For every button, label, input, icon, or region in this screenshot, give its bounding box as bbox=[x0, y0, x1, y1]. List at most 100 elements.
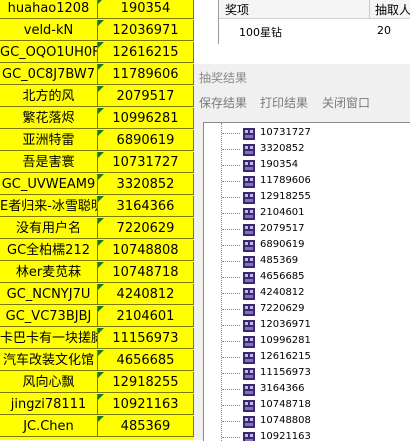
print-results-button[interactable]: 打印结果 bbox=[260, 94, 308, 111]
cell-username[interactable]: GC_OQO1UH0F bbox=[0, 42, 98, 63]
sheet-row[interactable]: GC_UVWEAM9 3320852 bbox=[0, 174, 194, 196]
cell-username[interactable]: GC_0C8J7BW7 bbox=[0, 64, 98, 85]
cell-username[interactable]: GC全柏檽212 bbox=[0, 240, 98, 261]
column-header-prize[interactable]: 奖项 bbox=[225, 1, 249, 18]
cell-user-id[interactable]: 10921163 bbox=[98, 394, 194, 415]
cell-user-id[interactable]: 11156973 bbox=[98, 328, 194, 349]
result-node[interactable]: 4240812 bbox=[204, 286, 410, 300]
cell-user-id[interactable]: 10748808 bbox=[98, 240, 194, 261]
cell-username[interactable]: jingzi78111 bbox=[0, 394, 98, 415]
cell-username[interactable]: 林er麦苋菻 bbox=[0, 262, 98, 283]
cell-user-id[interactable]: 12036971 bbox=[98, 20, 194, 41]
cell-username[interactable]: 北方的风 bbox=[0, 86, 98, 107]
sheet-row[interactable]: GC_NCNYJ7U 4240812 bbox=[0, 284, 194, 306]
result-node[interactable]: 4656685 bbox=[204, 270, 410, 284]
cell-username[interactable]: E者归来-冰雪聪明 bbox=[0, 196, 98, 217]
cell-username[interactable]: huahao1208 bbox=[0, 0, 98, 19]
cell-user-id[interactable]: 190354 bbox=[98, 0, 194, 19]
sheet-row[interactable]: 繁花落烬 10996281 bbox=[0, 108, 194, 130]
result-node[interactable]: 12616215 bbox=[204, 350, 410, 364]
cell-username[interactable]: veld-kN bbox=[0, 20, 98, 41]
user-icon bbox=[242, 286, 256, 300]
result-id-label: 4656685 bbox=[260, 271, 305, 282]
result-id-label: 7220629 bbox=[260, 303, 305, 314]
cell-user-id[interactable]: 2079517 bbox=[98, 86, 194, 107]
cell-user-id[interactable]: 6890619 bbox=[98, 130, 194, 151]
result-node[interactable]: 7220629 bbox=[204, 302, 410, 316]
result-id-label: 11789606 bbox=[260, 175, 311, 186]
cell-username[interactable]: 亚洲特雷 bbox=[0, 130, 98, 151]
result-node[interactable]: 485369 bbox=[204, 254, 410, 268]
sheet-row[interactable]: GC_0C8J7BW7 11789606 bbox=[0, 64, 194, 86]
cell-username[interactable]: JC.Chen bbox=[0, 416, 98, 437]
sheet-row[interactable]: 风向心飘 12918255 bbox=[0, 372, 194, 394]
sheet-row[interactable]: huahao1208 190354 bbox=[0, 0, 194, 20]
cell-user-id[interactable]: 4240812 bbox=[98, 284, 194, 305]
cell-user-id[interactable]: 10748718 bbox=[98, 262, 194, 283]
tree-branch-line bbox=[222, 309, 240, 310]
result-node[interactable]: 190354 bbox=[204, 158, 410, 172]
prize-name-cell[interactable]: 100星钻 bbox=[239, 24, 282, 40]
cell-username[interactable]: 卡巴卡有一块搓脚 bbox=[0, 328, 98, 349]
prize-count-cell[interactable]: 20 bbox=[377, 24, 391, 37]
cell-username[interactable]: GC_NCNYJ7U bbox=[0, 284, 98, 305]
sheet-row[interactable]: veld-kN 12036971 bbox=[0, 20, 194, 42]
result-id-label: 10996281 bbox=[260, 335, 311, 346]
result-node[interactable]: 3320852 bbox=[204, 142, 410, 156]
sheet-row[interactable]: GC_OQO1UH0F 12616215 bbox=[0, 42, 194, 64]
cell-user-id[interactable]: 11789606 bbox=[98, 64, 194, 85]
sheet-row[interactable]: 北方的风 2079517 bbox=[0, 86, 194, 108]
sheet-row[interactable]: GC_VC73BJBJ 2104601 bbox=[0, 306, 194, 328]
sheet-row[interactable]: 吾是害寰 10731727 bbox=[0, 152, 194, 174]
number-as-text-indicator-icon bbox=[98, 64, 104, 70]
cell-user-id[interactable]: 10996281 bbox=[98, 108, 194, 129]
result-node[interactable]: 3164366 bbox=[204, 382, 410, 396]
result-node[interactable]: 10996281 bbox=[204, 334, 410, 348]
sheet-row[interactable]: 亚洲特雷 6890619 bbox=[0, 130, 194, 152]
result-node[interactable]: 2079517 bbox=[204, 222, 410, 236]
cell-user-id[interactable]: 3164366 bbox=[98, 196, 194, 217]
cell-username[interactable]: 没有用户名 bbox=[0, 218, 98, 239]
result-node[interactable]: 10921163 bbox=[204, 430, 410, 441]
results-tree[interactable]: 10731727 3320852 190354 11789606 12918255 210… bbox=[203, 122, 410, 441]
cell-username[interactable]: GC_VC73BJBJ bbox=[0, 306, 98, 327]
sheet-row[interactable]: JC.Chen 485369 bbox=[0, 416, 194, 438]
cell-user-id[interactable]: 485369 bbox=[98, 416, 194, 437]
sheet-row[interactable]: 林er麦苋菻 10748718 bbox=[0, 262, 194, 284]
result-node[interactable]: 6890619 bbox=[204, 238, 410, 252]
result-node[interactable]: 11789606 bbox=[204, 174, 410, 188]
result-node[interactable]: 12036971 bbox=[204, 318, 410, 332]
result-node[interactable]: 12918255 bbox=[204, 190, 410, 204]
column-header-count[interactable]: 抽取人 bbox=[375, 1, 410, 18]
cell-user-id[interactable]: 2104601 bbox=[98, 306, 194, 327]
sheet-row[interactable]: GC全柏檽212 10748808 bbox=[0, 240, 194, 262]
cell-username[interactable]: 吾是害寰 bbox=[0, 152, 98, 173]
cell-username[interactable]: 汽车改装文化馆 bbox=[0, 350, 98, 371]
column-separator[interactable] bbox=[369, 0, 370, 18]
close-window-button[interactable]: 关闭窗口 bbox=[322, 94, 370, 111]
sheet-row[interactable]: jingzi78111 10921163 bbox=[0, 394, 194, 416]
sheet-row[interactable]: 没有用户名 7220629 bbox=[0, 218, 194, 240]
cell-user-id[interactable]: 7220629 bbox=[98, 218, 194, 239]
cell-user-id[interactable]: 12918255 bbox=[98, 372, 194, 393]
cell-user-id[interactable]: 4656685 bbox=[98, 350, 194, 371]
number-as-text-indicator-icon bbox=[98, 174, 104, 180]
result-node[interactable]: 11156973 bbox=[204, 366, 410, 380]
sheet-row[interactable]: 汽车改装文化馆 4656685 bbox=[0, 350, 194, 372]
sheet-row[interactable]: E者归来-冰雪聪明 3164366 bbox=[0, 196, 194, 218]
cell-user-id[interactable]: 12616215 bbox=[98, 42, 194, 63]
cell-username[interactable]: 风向心飘 bbox=[0, 372, 98, 393]
cell-username[interactable]: 繁花落烬 bbox=[0, 108, 98, 129]
result-id-label: 10748718 bbox=[260, 399, 311, 410]
result-node[interactable]: 10731727 bbox=[204, 126, 410, 140]
result-node[interactable]: 2104601 bbox=[204, 206, 410, 220]
tree-branch-line bbox=[222, 197, 240, 198]
sheet-row[interactable]: 卡巴卡有一块搓脚 11156973 bbox=[0, 328, 194, 350]
save-results-button[interactable]: 保存结果 bbox=[199, 94, 247, 111]
cell-user-id[interactable]: 10731727 bbox=[98, 152, 194, 173]
cell-username[interactable]: GC_UVWEAM9 bbox=[0, 174, 98, 195]
cell-user-id[interactable]: 3320852 bbox=[98, 174, 194, 195]
result-node[interactable]: 10748718 bbox=[204, 398, 410, 412]
tree-branch-line bbox=[222, 421, 240, 422]
result-node[interactable]: 10748808 bbox=[204, 414, 410, 428]
